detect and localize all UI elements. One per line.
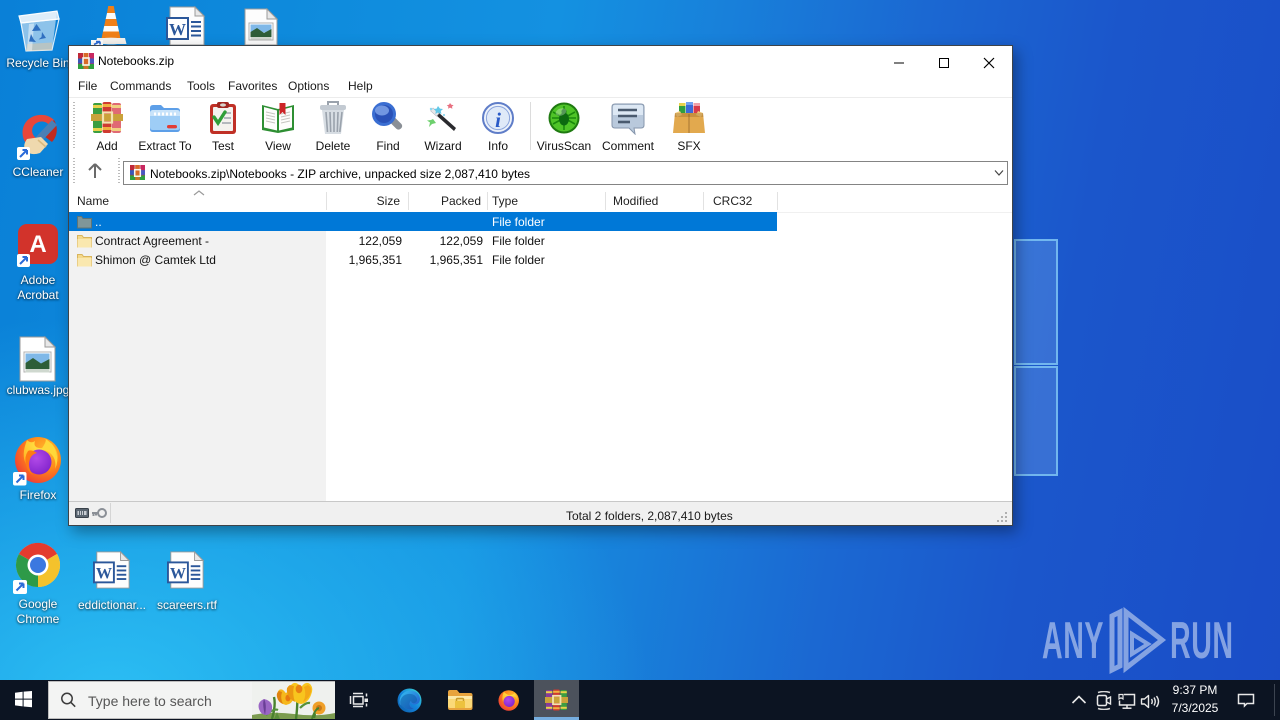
svg-text:A: A xyxy=(29,231,46,258)
svg-text:W: W xyxy=(169,20,186,39)
svg-text:W: W xyxy=(170,566,186,583)
svg-text:W: W xyxy=(96,566,112,583)
svg-text:i: i xyxy=(495,108,501,132)
